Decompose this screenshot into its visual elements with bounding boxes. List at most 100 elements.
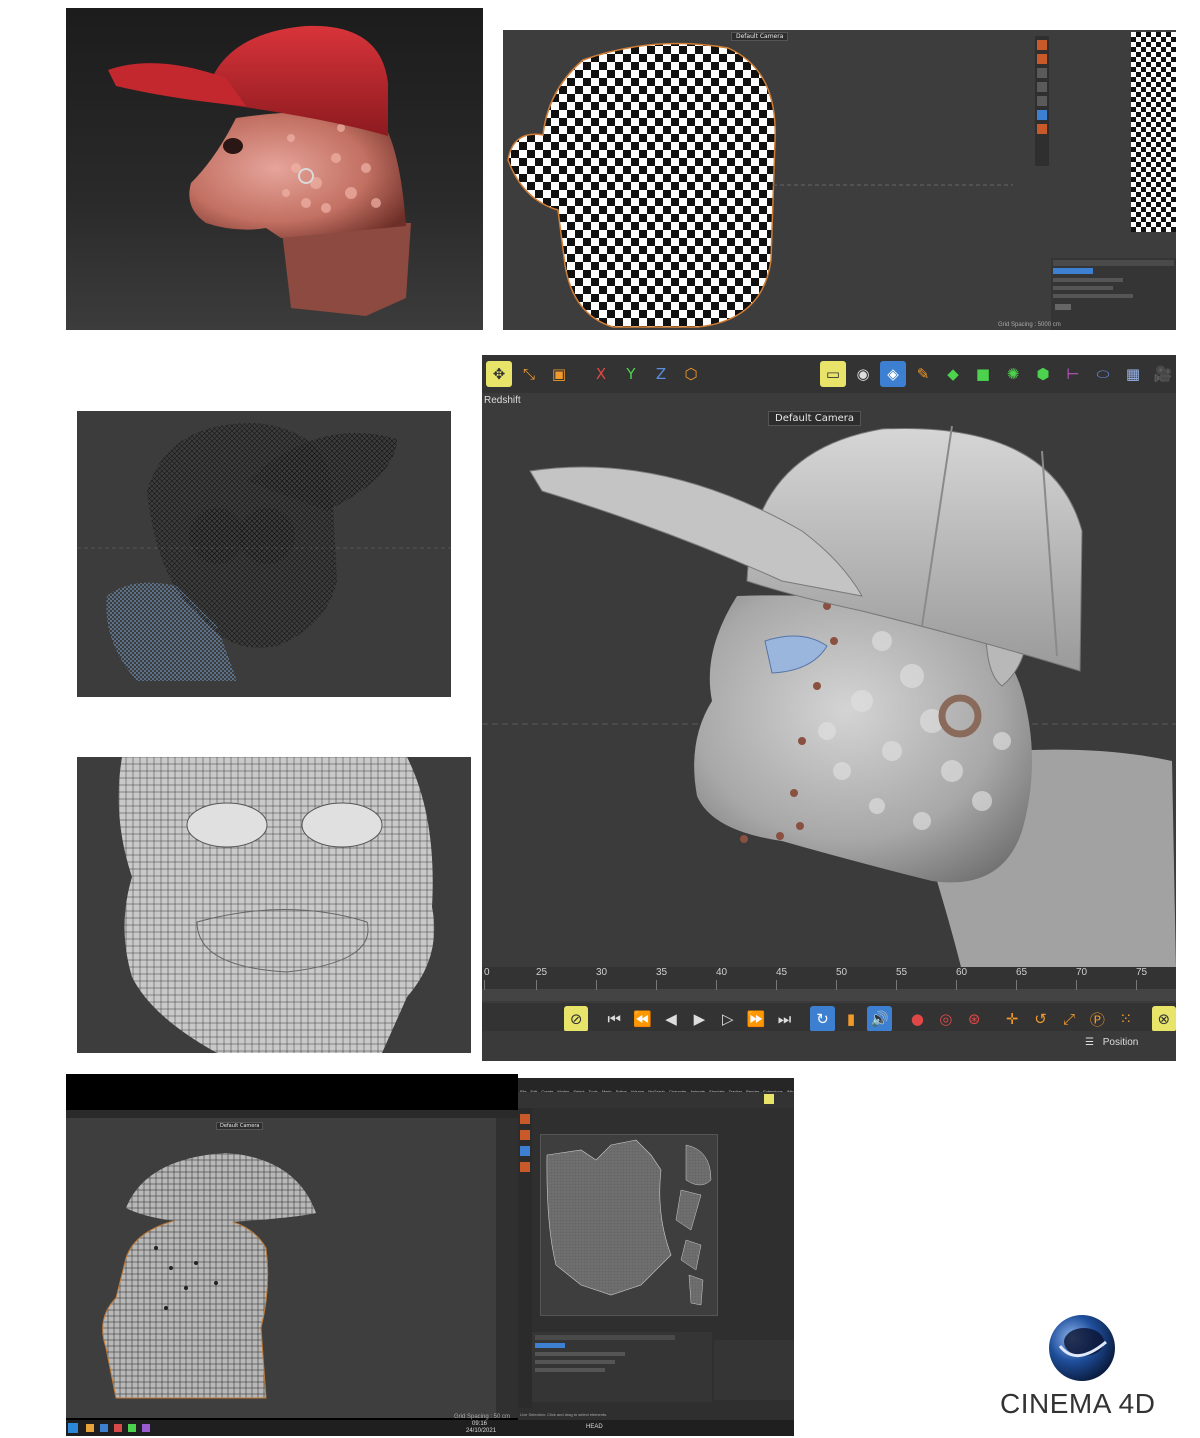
deformer-icon[interactable]: ⊢ <box>1060 361 1086 387</box>
cinema4d-sphere-icon <box>1049 1315 1115 1381</box>
timeline-tick-label: 45 <box>776 967 788 978</box>
go-to-start-icon[interactable]: ⏮ <box>602 1006 626 1032</box>
taskbar-file-label[interactable]: HEAD <box>586 1424 603 1430</box>
timeline-tick-label: 0 <box>484 967 490 978</box>
coordinate-system-icon[interactable]: ⬡ <box>678 361 704 387</box>
autokey-icon[interactable]: ◎ <box>934 1006 958 1032</box>
sky-icon[interactable]: ▦ <box>1120 361 1146 387</box>
main-c4d-window: ✥ ⤡ ▣ X Y Z ⬡ ▭ ◉ ◈ ✎ ◆ ■ ✺ ⬢ ⊢ ⬭ ▦ 🎥 Re… <box>482 355 1176 1061</box>
timeline-tick-mark <box>656 980 657 990</box>
checker-head-mesh <box>507 42 1013 328</box>
renderer-label[interactable]: Redshift <box>484 395 521 406</box>
taskbar-date: 24/10/2021 <box>466 1428 497 1434</box>
timeline-tick-label: 60 <box>956 967 968 978</box>
timeline-tick-mark <box>536 980 537 990</box>
timeline-tick-label: 40 <box>716 967 728 978</box>
timeline-tick-mark <box>1016 980 1017 990</box>
timeline-tick-label: 55 <box>896 967 908 978</box>
taskbar-time: 09:16 <box>472 1421 488 1427</box>
timeline-tick-mark <box>956 980 957 990</box>
rotate-tool-icon[interactable]: ▣ <box>546 361 572 387</box>
mesh-viewport: Default Camera <box>66 1118 518 1418</box>
go-to-end-icon[interactable]: ⏭ <box>772 1006 796 1032</box>
gray-monkey-render <box>482 425 1176 971</box>
timeline-tick-mark <box>1076 980 1077 990</box>
keyframe-record-icon[interactable]: ⊛ <box>962 1006 986 1032</box>
record-icon[interactable]: ● <box>905 1006 929 1032</box>
timeline-tick-label: 75 <box>1136 967 1148 978</box>
z-axis-icon[interactable]: Z <box>648 361 674 387</box>
timeline-tick-label: 70 <box>1076 967 1088 978</box>
sound-icon[interactable]: 🔊 <box>867 1006 892 1032</box>
loop-icon[interactable]: ↻ <box>810 1006 835 1032</box>
motion-clip-icon[interactable]: ⊗ <box>1151 1006 1176 1032</box>
uv-canvas[interactable] <box>540 1134 718 1316</box>
camera-icon[interactable]: 🎥 <box>1150 361 1176 387</box>
uv-packing-settings[interactable] <box>532 1332 712 1402</box>
next-frame-icon[interactable]: ▷ <box>716 1006 740 1032</box>
keyframe-icon[interactable]: ⊘ <box>564 1006 589 1032</box>
coordinates-panel[interactable] <box>714 1340 794 1400</box>
menu-bar[interactable]: File Edit Create Modes Select Tools Mesh Spline… <box>518 1078 794 1092</box>
timeline-tick-mark <box>596 980 597 990</box>
timeline-tick-mark <box>716 980 717 990</box>
timeline-tick-mark <box>896 980 897 990</box>
y-axis-icon[interactable]: Y <box>618 361 644 387</box>
render-region-icon[interactable]: ▭ <box>820 361 846 387</box>
cloner-icon[interactable]: ✺ <box>1000 361 1026 387</box>
timeline-tick-mark <box>776 980 777 990</box>
mesh-screenshot-panel: Default Camera Grid Spacing : 50 cm <box>66 1074 518 1428</box>
checker-uv-viewport: Default Camera Grid Spacing : 5000 cm <box>503 30 1176 330</box>
vertical-tool-strip[interactable] <box>496 1118 518 1418</box>
timeline-tick-label: 65 <box>1016 967 1028 978</box>
next-key-icon[interactable]: ⏩ <box>744 1006 768 1032</box>
quad-mesh-face <box>118 757 435 1053</box>
parameter-key-icon[interactable]: Ⓟ <box>1085 1006 1109 1032</box>
timeline-tick-label: 25 <box>536 967 548 978</box>
scale-tool-icon[interactable]: ⤡ <box>516 361 542 387</box>
uv-packing-panel[interactable] <box>1051 258 1176 330</box>
array-icon[interactable]: ■ <box>970 361 996 387</box>
previous-frame-icon[interactable]: ◀ <box>659 1006 683 1032</box>
quad-mesh-viewport <box>77 757 471 1053</box>
move-tool-icon[interactable]: ✥ <box>486 361 512 387</box>
wireframe-viewport <box>77 411 451 697</box>
field-icon[interactable]: ⬭ <box>1090 361 1116 387</box>
keyframe-selection-icon[interactable]: ▮ <box>839 1006 863 1032</box>
uv-toolbar[interactable] <box>518 1092 794 1108</box>
timeline-tick-mark <box>836 980 837 990</box>
pen-icon[interactable]: ✎ <box>910 361 936 387</box>
tool-palette[interactable] <box>1035 36 1049 166</box>
rotation-key-icon[interactable]: ↺ <box>1028 1006 1052 1032</box>
timeline-tick-mark <box>1136 980 1137 990</box>
play-icon[interactable]: ▶ <box>687 1006 711 1032</box>
uv-editor-window: File Edit Create Modes Select Tools Mesh Spline… <box>518 1078 794 1420</box>
point-level-icon[interactable]: ⁙ <box>1114 1006 1138 1032</box>
uv-tool-palette[interactable] <box>518 1108 532 1408</box>
uv-islands <box>546 1139 712 1306</box>
timeline-ruler[interactable]: 0 25 30 35 40 45 50 55 60 65 70 75 <box>482 967 1176 1001</box>
uv-texture-preview <box>1131 32 1176 232</box>
wireframe-monkey <box>77 422 451 681</box>
top-toolbar: ✥ ⤡ ▣ X Y Z ⬡ ▭ ◉ ◈ ✎ ◆ ■ ✺ ⬢ ⊢ ⬭ ▦ 🎥 <box>482 355 1176 393</box>
start-icon[interactable] <box>68 1423 78 1433</box>
timeline-track <box>482 989 1176 1001</box>
scale-key-icon[interactable]: ⤢ <box>1057 1006 1081 1032</box>
status-bar: Live Selection: Click and drag to select… <box>520 1412 608 1417</box>
cinema4d-wordmark: CINEMA 4D <box>1000 1388 1156 1419</box>
subdivision-icon[interactable]: ◆ <box>940 361 966 387</box>
windows-taskbar: 09:16 24/10/2021 HEAD <box>66 1420 794 1436</box>
previous-key-icon[interactable]: ⏪ <box>630 1006 654 1032</box>
cube-icon[interactable]: ◈ <box>880 361 906 387</box>
timeline-tick-label: 35 <box>656 967 668 978</box>
mograph-icon[interactable]: ⬢ <box>1030 361 1056 387</box>
menu-icon: ☰ <box>1085 1037 1094 1048</box>
timeline-tick-mark <box>484 980 485 990</box>
x-axis-icon[interactable]: X <box>588 361 614 387</box>
position-key-icon[interactable]: ✛ <box>1000 1006 1024 1032</box>
position-tab[interactable]: ☰ Position <box>1085 1037 1138 1048</box>
camera-label[interactable]: Default Camera <box>216 1122 264 1130</box>
render-view-icon[interactable]: ◉ <box>850 361 876 387</box>
attribute-bar: ☰ Position <box>482 1031 1176 1061</box>
timeline-tick-label: 30 <box>596 967 608 978</box>
